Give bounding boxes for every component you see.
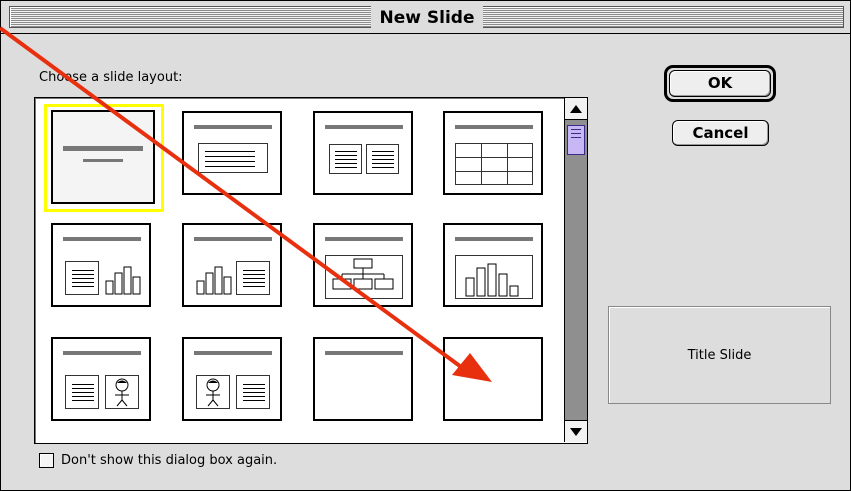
chart-icon [105, 266, 141, 295]
dont-show-again-row[interactable]: Don't show this dialog box again. [39, 451, 277, 469]
table-placeholder [455, 143, 533, 185]
layout-clip-art-and-text[interactable] [182, 337, 282, 421]
layout-scrollbar[interactable] [564, 98, 587, 442]
layout-blank[interactable] [443, 337, 543, 421]
title-bar[interactable]: New Slide [1, 1, 850, 34]
cancel-button[interactable]: Cancel [672, 120, 769, 146]
title-line [194, 351, 272, 355]
title-line [194, 237, 272, 241]
chart-icon [465, 263, 519, 297]
left-text-placeholder [329, 144, 362, 174]
dialog-title: New Slide [371, 5, 483, 31]
layout-table[interactable] [443, 111, 543, 195]
new-slide-dialog: New Slide Choose a slide layout: OK Canc… [0, 0, 851, 491]
org-chart-placeholder [325, 255, 403, 299]
scroll-down-button[interactable] [565, 420, 587, 442]
layout-title-only[interactable] [313, 337, 413, 421]
clip-art-person-icon [206, 378, 220, 407]
chart-icon [196, 266, 232, 295]
text-placeholder [236, 261, 270, 295]
text-placeholder [65, 261, 99, 295]
right-text-placeholder [366, 144, 399, 174]
title-line [325, 125, 403, 129]
scroll-up-button[interactable] [565, 98, 587, 120]
layout-chart[interactable] [443, 223, 543, 307]
layout-organization-chart[interactable] [313, 223, 413, 307]
layout-two-column-text[interactable] [313, 111, 413, 195]
title-placeholder-line [63, 146, 143, 151]
text-placeholder [65, 375, 99, 409]
clip-art-placeholder [196, 375, 230, 409]
clip-art-placeholder [105, 375, 139, 409]
ok-button[interactable]: OK [669, 70, 771, 97]
title-line [194, 125, 272, 129]
title-line [455, 125, 533, 129]
dont-show-again-checkbox[interactable] [39, 452, 54, 468]
layout-bulleted-list[interactable] [182, 111, 282, 195]
layout-chart-and-text[interactable] [182, 223, 282, 307]
text-placeholder [198, 143, 268, 173]
title-line [455, 237, 533, 241]
up-arrow-icon [570, 104, 582, 113]
layout-text-and-chart[interactable] [51, 223, 151, 307]
scroll-thumb[interactable] [567, 125, 585, 155]
subtitle-placeholder-line [83, 159, 123, 162]
text-placeholder [236, 375, 270, 409]
title-line [325, 351, 403, 355]
down-arrow-icon [570, 427, 582, 436]
layout-text-and-clip-art[interactable] [51, 337, 151, 421]
chart-placeholder [455, 255, 533, 299]
layout-prompt: Choose a slide layout: [39, 70, 183, 85]
dont-show-again-label: Don't show this dialog box again. [61, 452, 278, 468]
clip-art-person-icon [115, 378, 129, 407]
layout-title-slide[interactable] [51, 110, 155, 204]
org-chart-icon [332, 258, 394, 290]
title-line [63, 237, 141, 241]
title-line [325, 237, 403, 241]
layout-preview-label: Title Slide [608, 306, 831, 404]
title-line [63, 351, 141, 355]
